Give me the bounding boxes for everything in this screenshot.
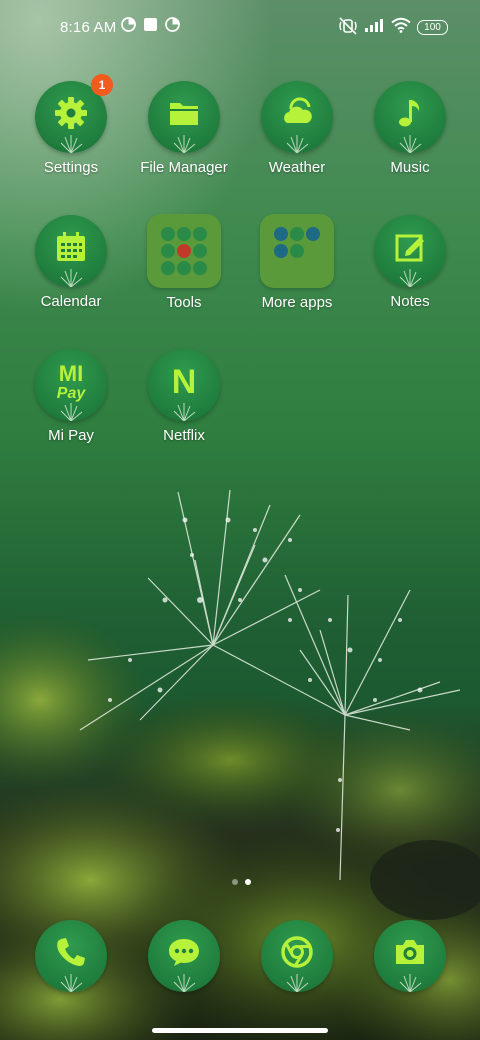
folder-grid-icon <box>147 214 221 288</box>
silent-icon <box>339 17 357 35</box>
grass-decoration <box>286 974 309 992</box>
grass-decoration <box>399 269 422 287</box>
app-label: Settings <box>43 159 99 176</box>
app-label: Weather <box>268 159 326 176</box>
data-saver-icon <box>165 17 180 32</box>
app-label: File Manager <box>140 159 228 176</box>
page-dot-active <box>245 879 251 885</box>
dock-chrome[interactable] <box>261 920 333 992</box>
dock-phone[interactable] <box>35 920 107 992</box>
battery-icon: 100 <box>417 20 448 35</box>
page-dot <box>232 879 238 885</box>
app-label: More apps <box>261 294 333 311</box>
app-label: Netflix <box>163 427 205 444</box>
app-notes[interactable]: Notes <box>354 215 466 310</box>
app-label: Tools <box>166 294 202 311</box>
grass-decoration <box>173 135 196 153</box>
grass-decoration <box>286 135 309 153</box>
folder-grid-icon <box>260 214 334 288</box>
folder-tools[interactable]: Tools <box>128 214 240 311</box>
app-weather[interactable]: Weather <box>241 81 353 176</box>
wifi-icon <box>391 17 411 33</box>
status-time: 8:16 AM <box>60 19 117 36</box>
dock-messages[interactable] <box>148 920 220 992</box>
app-label: Notes <box>390 293 430 310</box>
app-calendar[interactable]: Calendar <box>15 215 127 310</box>
square-notification-icon <box>144 18 157 31</box>
dock-camera[interactable] <box>374 920 446 992</box>
grass-decoration <box>60 974 83 992</box>
app-label: Music <box>390 159 430 176</box>
home-gesture-bar[interactable] <box>152 1028 328 1033</box>
battery-level: 100 <box>424 22 441 33</box>
app-mi-pay[interactable]: MI Pay Mi Pay <box>15 349 127 444</box>
app-settings[interactable]: Settings <box>15 81 127 176</box>
grass-decoration <box>399 135 422 153</box>
netflix-icon: N <box>148 349 220 421</box>
notification-badge: 1 <box>91 74 113 96</box>
app-netflix[interactable]: N Netflix <box>128 349 240 444</box>
app-label: Mi Pay <box>48 427 94 444</box>
data-saver-icon <box>121 17 136 32</box>
mi-pay-icon: MI Pay <box>35 349 107 421</box>
app-file-manager[interactable]: File Manager <box>128 81 240 176</box>
app-music[interactable]: Music <box>354 81 466 176</box>
status-bar: 8:16 AM 100 <box>0 0 480 56</box>
grass-decoration <box>173 974 196 992</box>
grass-decoration <box>173 403 196 421</box>
signal-icon <box>365 19 383 32</box>
page-indicator <box>0 879 480 887</box>
folder-more-apps[interactable]: More apps <box>241 214 353 311</box>
app-label: Calendar <box>40 293 102 310</box>
grass-decoration <box>60 269 83 287</box>
grass-decoration <box>60 403 83 421</box>
grass-decoration <box>399 974 422 992</box>
